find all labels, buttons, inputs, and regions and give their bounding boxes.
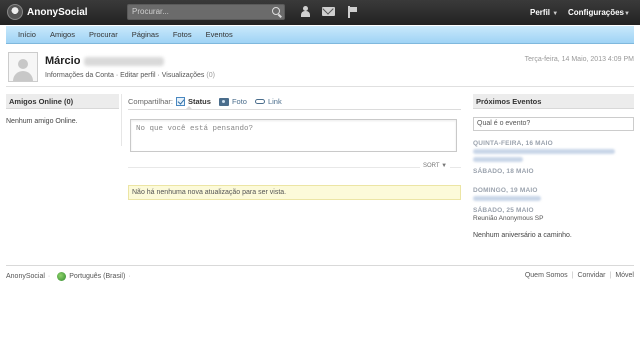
nav-fotos[interactable]: Fotos — [166, 26, 199, 44]
account-info-link[interactable]: Informações da Conta — [45, 72, 114, 79]
share-bar: Compartilhar: Status Foto Link — [128, 97, 290, 106]
logo[interactable]: AnonySocial — [7, 4, 88, 20]
share-link-label: Link — [267, 97, 282, 106]
divider — [128, 167, 461, 168]
search-input[interactable]: Procurar... — [127, 4, 285, 20]
share-photo-label: Foto — [231, 97, 247, 106]
profile-name[interactable]: Márcio — [45, 55, 80, 67]
event-date: SÁBADO, 18 MAIO — [473, 168, 534, 175]
link-icon — [254, 99, 265, 104]
online-friends-empty: Nenhum amigo Online. — [6, 118, 78, 125]
nav-inicio[interactable]: Início — [6, 26, 43, 44]
upcoming-events-title: Próximos Eventos — [473, 94, 634, 109]
status-input[interactable]: No que você está pensando? — [130, 119, 457, 152]
divider — [6, 86, 634, 87]
edit-profile-link[interactable]: Editar perfil — [120, 72, 155, 79]
configuracoes-menu[interactable]: Configurações▼ — [568, 8, 630, 17]
event-input[interactable]: Qual é o evento? — [473, 117, 634, 131]
nav-paginas[interactable]: Páginas — [125, 26, 166, 44]
redacted-event — [473, 157, 523, 162]
logo-icon — [7, 4, 23, 20]
friend-requests-icon[interactable] — [299, 6, 312, 17]
online-friends-title: Amigos Online (0) — [6, 94, 119, 109]
chevron-down-icon: ▼ — [552, 11, 559, 17]
views-count: (0) — [206, 72, 215, 79]
config-label: Configurações — [568, 8, 625, 17]
footer-brand: AnonySocial — [6, 273, 45, 280]
sort-dropdown[interactable]: SORT ▼ — [420, 163, 451, 169]
divider — [128, 109, 461, 110]
footer-link-quem-somos[interactable]: Quem Somos — [525, 272, 568, 279]
redacted-event — [473, 149, 615, 154]
chevron-down-icon: ▼ — [624, 11, 630, 17]
no-birthday-text: Nenhum aniversário a caminho. — [473, 232, 572, 239]
online-friends-panel: Amigos Online (0) Nenhum amigo Online. — [6, 94, 119, 125]
divider — [121, 94, 122, 146]
top-bar: AnonySocial Procurar... Perfil ▼ Configu… — [0, 0, 640, 25]
divider — [6, 265, 634, 266]
messages-icon[interactable] — [322, 7, 335, 16]
footer-link-convidar[interactable]: Convidar — [577, 272, 605, 279]
notifications-flag-icon[interactable] — [347, 6, 357, 18]
app-name: AnonySocial — [27, 6, 88, 18]
perfil-menu[interactable]: Perfil ▼ — [530, 8, 558, 17]
footer-left: AnonySocial · Português (Brasil) · — [6, 272, 131, 281]
share-link-tab[interactable]: Link — [254, 97, 282, 106]
share-label: Compartilhar: — [128, 97, 174, 106]
active-tab-pointer — [186, 106, 192, 109]
globe-icon — [57, 272, 67, 281]
redacted-event — [473, 196, 541, 201]
timestamp: Terça-feira, 14 Maio, 2013 4:09 PM — [524, 56, 634, 63]
upcoming-events-panel: Próximos Eventos — [473, 94, 634, 109]
share-photo-tab[interactable]: Foto — [218, 97, 247, 106]
search-icon[interactable] — [272, 7, 280, 15]
camera-icon — [218, 97, 229, 106]
share-status-tab[interactable]: Status — [176, 97, 211, 106]
avatar[interactable] — [8, 52, 38, 82]
event-date: QUINTA-FEIRA, 16 MAIO — [473, 140, 553, 147]
redacted-surname — [84, 57, 164, 66]
footer-link-movel[interactable]: Móvel — [615, 272, 634, 279]
nav-amigos[interactable]: Amigos — [43, 26, 82, 44]
share-status-label: Status — [188, 97, 211, 106]
views-link[interactable]: Visualizações — [162, 72, 205, 79]
event-name[interactable]: Reunião Anonymous SP — [473, 215, 543, 222]
footer-links: Quem Somos | Convidar | Móvel — [524, 272, 634, 279]
main-nav: Início Amigos Procurar Páginas Fotos Eve… — [6, 26, 634, 44]
no-updates-notice: Não há nenhuma nova atualização para ser… — [128, 185, 461, 200]
nav-eventos[interactable]: Eventos — [199, 26, 240, 44]
event-date: SÁBADO, 25 MAIO — [473, 207, 534, 214]
status-icon — [176, 97, 186, 106]
perfil-label: Perfil — [530, 8, 551, 17]
language-selector[interactable]: Português (Brasil) — [69, 273, 125, 280]
nav-procurar[interactable]: Procurar — [82, 26, 125, 44]
profile-links: Informações da Conta · Editar perfil · V… — [45, 72, 215, 79]
event-date: DOMINGO, 19 MAIO — [473, 187, 538, 194]
